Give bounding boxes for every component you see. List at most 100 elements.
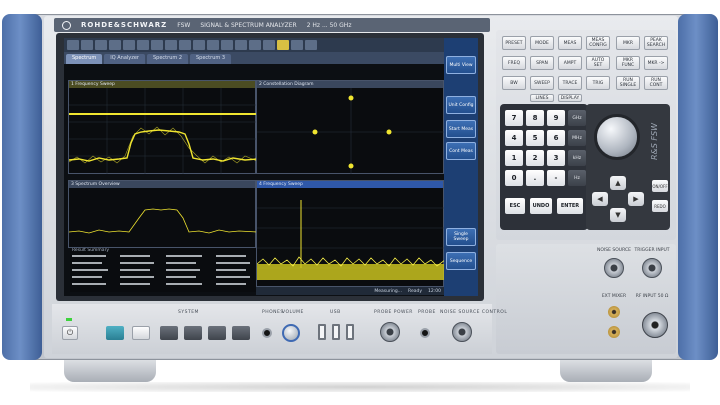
- key-meas-config[interactable]: MEAS CONFIG: [586, 36, 610, 50]
- key-system-3[interactable]: [208, 326, 226, 340]
- toolbar-button[interactable]: [151, 40, 163, 50]
- key-preset[interactable]: PRESET: [502, 36, 526, 50]
- key-5[interactable]: 5: [526, 130, 544, 146]
- rs-logo-icon: [62, 20, 71, 30]
- toolbar-button[interactable]: [179, 40, 191, 50]
- key-ghz[interactable]: GHz: [568, 110, 586, 126]
- pane-frequency-sweep[interactable]: 1 Frequency Sweep: [68, 80, 257, 174]
- key-trig[interactable]: TRIG: [586, 76, 610, 90]
- tab-spectrum[interactable]: Spectrum: [66, 54, 103, 64]
- toolbar-button[interactable]: [305, 40, 317, 50]
- key-0[interactable]: 0: [505, 170, 523, 186]
- toolbar-button[interactable]: [221, 40, 233, 50]
- arrow-up-icon[interactable]: ▲: [610, 176, 626, 190]
- softkey-cont-meas[interactable]: Cont Meas: [446, 142, 476, 160]
- pane-spectrum-overview[interactable]: 3 Spectrum Overview: [68, 180, 257, 248]
- rotary-knob[interactable]: [594, 114, 640, 160]
- key-freq[interactable]: FREQ: [502, 56, 526, 70]
- key-on-off[interactable]: ON/OFF: [652, 180, 668, 192]
- usb-port-2[interactable]: [332, 324, 340, 340]
- ext-mixer-lo-connector[interactable]: [608, 306, 620, 318]
- arrow-right-icon[interactable]: ▶: [628, 192, 644, 206]
- toolbar-button-highlighted[interactable]: [277, 40, 289, 50]
- toolbar-button[interactable]: [109, 40, 121, 50]
- key-system-1[interactable]: [160, 326, 178, 340]
- key-4[interactable]: 4: [505, 130, 523, 146]
- toolbar-button[interactable]: [137, 40, 149, 50]
- pane-frequency-sweep-2[interactable]: 4 Frequency Sweep: [256, 180, 445, 287]
- toolbar-button[interactable]: [249, 40, 261, 50]
- noise-source-connector[interactable]: [604, 258, 624, 278]
- key-9[interactable]: 9: [547, 110, 565, 126]
- toolbar-button[interactable]: [235, 40, 247, 50]
- key-undo[interactable]: UNDO: [530, 198, 552, 214]
- power-button[interactable]: ⏻: [62, 326, 78, 340]
- toolbar-button[interactable]: [263, 40, 275, 50]
- noise-source-control-connector[interactable]: [452, 322, 472, 342]
- rf-input-connector[interactable]: [642, 312, 668, 338]
- probe-power-connector[interactable]: [380, 322, 400, 342]
- key-bw[interactable]: BW: [502, 76, 526, 90]
- softkey-unit-config[interactable]: Unit Config: [446, 96, 476, 114]
- toolbar-button[interactable]: [207, 40, 219, 50]
- key-display[interactable]: DISPLAY: [558, 94, 582, 102]
- softkey-sequence[interactable]: Sequence: [446, 252, 476, 270]
- arrow-down-icon[interactable]: ▼: [610, 208, 626, 222]
- arrow-left-icon[interactable]: ◀: [592, 192, 608, 206]
- tab-spectrum-2[interactable]: Spectrum 2: [147, 54, 188, 64]
- key-2[interactable]: 2: [526, 150, 544, 166]
- key-sweep[interactable]: SWEEP: [530, 76, 554, 90]
- key-esc[interactable]: ESC: [505, 198, 525, 214]
- toolbar-button[interactable]: [67, 40, 79, 50]
- toolbar-button[interactable]: [291, 40, 303, 50]
- toolbar-button[interactable]: [123, 40, 135, 50]
- key-khz[interactable]: kHz: [568, 150, 586, 166]
- usb-port-3[interactable]: [346, 324, 354, 340]
- headphone-jack[interactable]: [262, 328, 272, 338]
- key-auto-set[interactable]: AUTO SET: [586, 56, 610, 70]
- key-meas[interactable]: MEAS: [558, 36, 582, 50]
- key-lines[interactable]: LINES: [530, 94, 554, 102]
- key-6[interactable]: 6: [547, 130, 565, 146]
- toolbar-button[interactable]: [165, 40, 177, 50]
- key-mhz[interactable]: MHz: [568, 130, 586, 146]
- toolbar-button[interactable]: [95, 40, 107, 50]
- ext-mixer-if-connector[interactable]: [608, 326, 620, 338]
- key-1[interactable]: 1: [505, 150, 523, 166]
- key-decimal[interactable]: .: [526, 170, 544, 186]
- key-peak-search[interactable]: PEAK SEARCH: [644, 36, 668, 50]
- key-mkr-func[interactable]: MKR FUNC: [616, 56, 640, 70]
- key-7[interactable]: 7: [505, 110, 523, 126]
- key-redo[interactable]: REDO: [652, 200, 668, 212]
- trigger-input-connector[interactable]: [642, 258, 662, 278]
- tab-iq-analyzer[interactable]: IQ Analyzer: [104, 54, 145, 64]
- key-hz[interactable]: Hz: [568, 170, 586, 186]
- key-run-single[interactable]: RUN SINGLE: [616, 76, 640, 90]
- key-enter[interactable]: ENTER: [557, 198, 583, 214]
- softkey-multi-view[interactable]: Multi View: [446, 56, 476, 74]
- volume-knob[interactable]: [282, 324, 300, 342]
- left-foot: [64, 360, 156, 382]
- key-minus[interactable]: -: [547, 170, 565, 186]
- tab-spectrum-3[interactable]: Spectrum 3: [190, 54, 231, 64]
- key-trace[interactable]: TRACE: [558, 76, 582, 90]
- key-system-4[interactable]: [232, 326, 250, 340]
- softkey-single-sweep[interactable]: Single Sweep: [446, 228, 476, 246]
- key-ampt[interactable]: AMPT: [558, 56, 582, 70]
- key-system-2[interactable]: [184, 326, 202, 340]
- key-print[interactable]: [132, 326, 150, 340]
- usb-port-1[interactable]: [318, 324, 326, 340]
- toolbar-button[interactable]: [81, 40, 93, 50]
- key-3[interactable]: 3: [547, 150, 565, 166]
- key-setup[interactable]: [106, 326, 124, 340]
- key-mkr[interactable]: MKR: [616, 36, 640, 50]
- pane-constellation[interactable]: 2 Constellation Diagram: [256, 80, 445, 174]
- key-span[interactable]: SPAN: [530, 56, 554, 70]
- key-run-cont[interactable]: RUN CONT: [644, 76, 668, 90]
- toolbar-button[interactable]: [193, 40, 205, 50]
- key-8[interactable]: 8: [526, 110, 544, 126]
- key-mkr-to[interactable]: MKR ->: [644, 56, 668, 70]
- probe-jack[interactable]: [420, 328, 430, 338]
- softkey-start-meas[interactable]: Start Meas: [446, 120, 476, 138]
- key-mode[interactable]: MODE: [530, 36, 554, 50]
